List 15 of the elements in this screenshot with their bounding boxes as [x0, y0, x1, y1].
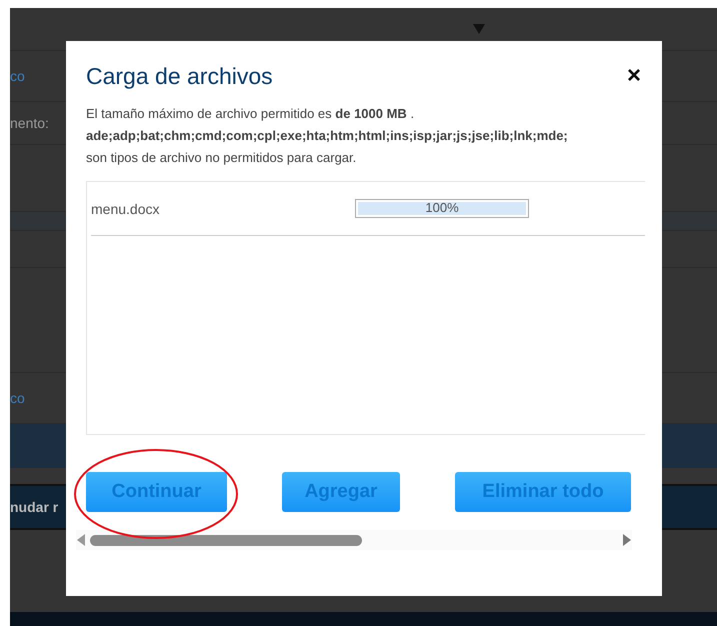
info-text: son tipos de archivo no permitidos para cargar.	[86, 149, 358, 167]
file-name: menu.docx	[91, 200, 160, 216]
progress-reading: 100%	[424, 200, 460, 217]
dialog-title: Carga de archivos	[86, 62, 273, 90]
page-text: nudar r	[10, 499, 58, 515]
scroll-left-icon[interactable]	[76, 534, 86, 546]
info-text: El tamaño máximo de archivo permitido es de 1000 MB .	[86, 105, 416, 123]
horizontal-scrollbar[interactable]	[76, 530, 632, 550]
link[interactable]: co	[10, 68, 25, 84]
scroll-right-icon[interactable]	[622, 534, 632, 546]
info-text: ade;adp;bat;chm;cmd;com;cpl;exe;hta;htm;html;ins;isp;jar;js;jse;lib;lnk;mde;	[86, 127, 569, 145]
page-text: nento:	[10, 115, 49, 131]
scrollbar-thumb[interactable]	[90, 534, 362, 546]
link[interactable]: co	[10, 390, 25, 406]
close-button[interactable]: ×	[622, 62, 645, 90]
